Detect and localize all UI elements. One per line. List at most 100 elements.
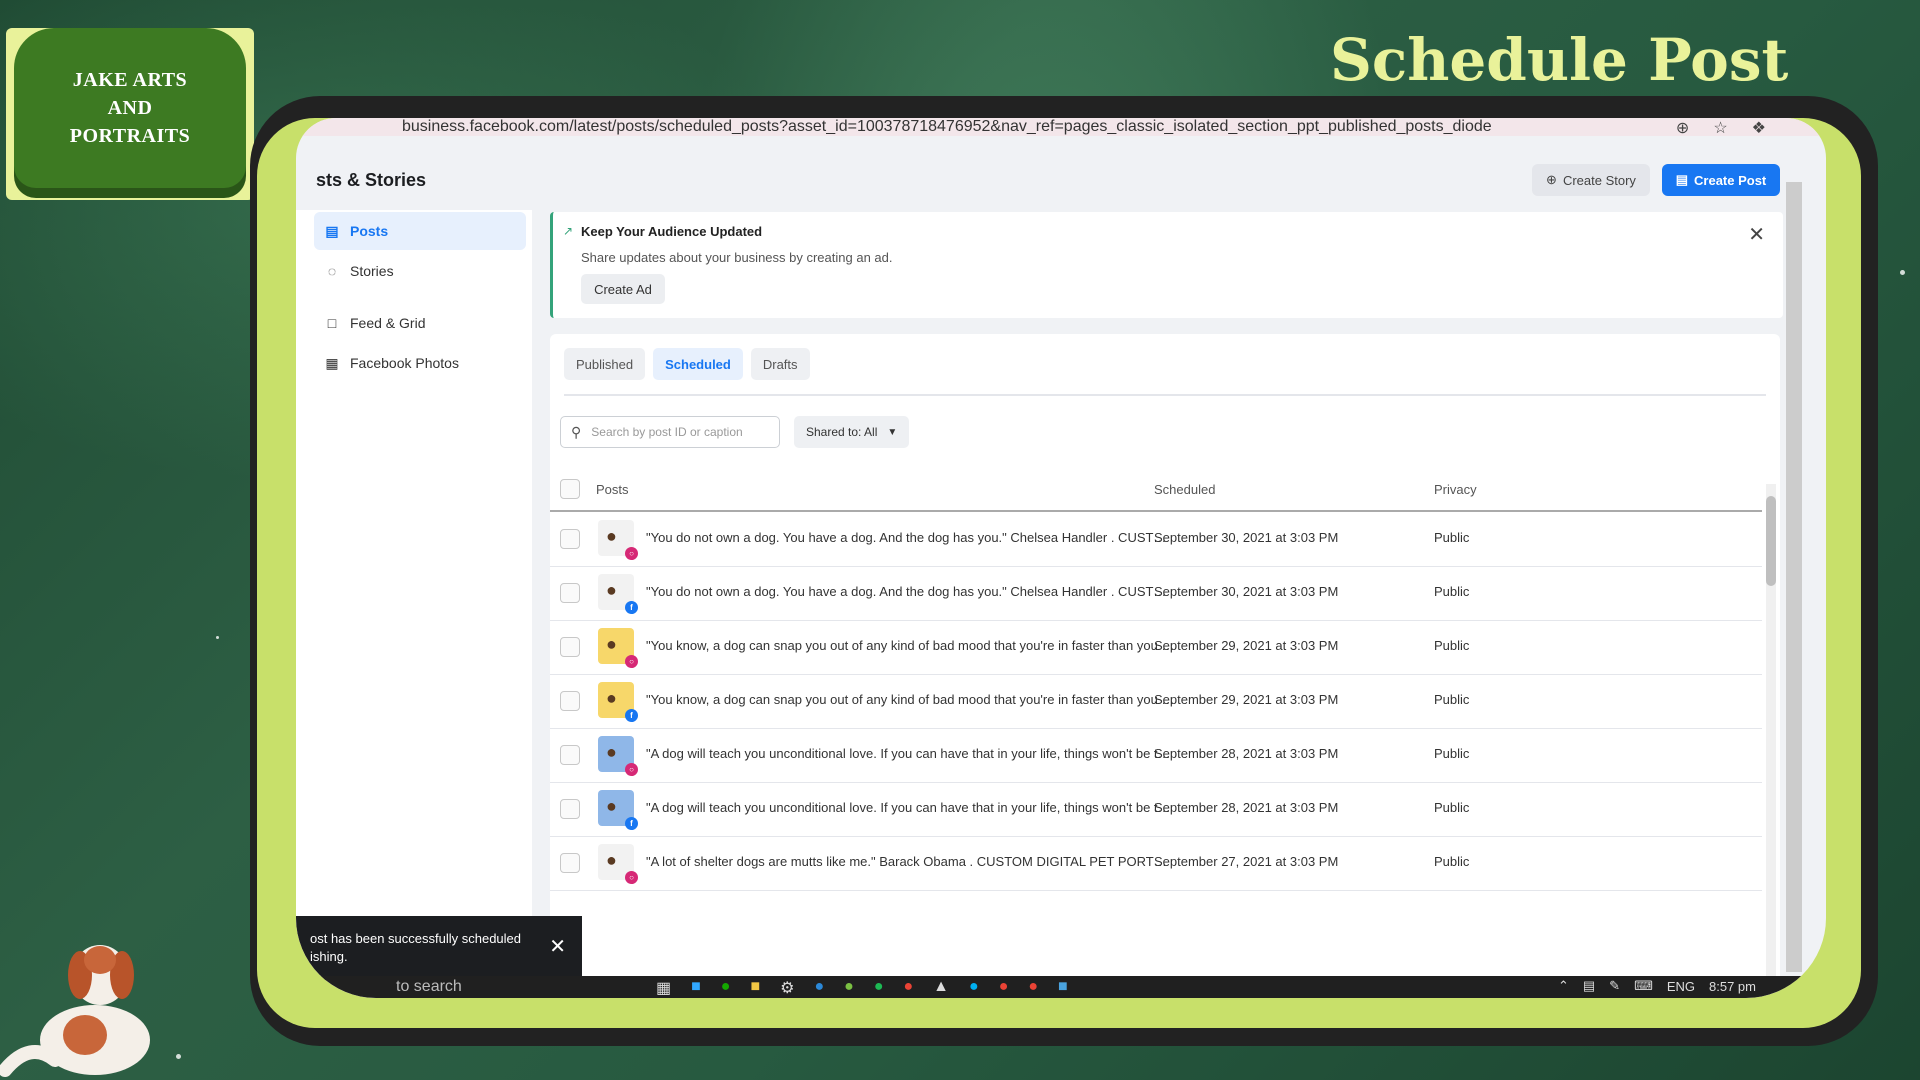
scheduled-time: September 30, 2021 at 3:03 PM — [1154, 530, 1339, 545]
close-icon[interactable]: ✕ — [1748, 222, 1765, 247]
pen-icon[interactable]: ✎ — [1609, 978, 1620, 994]
create-post-button[interactable]: ▤ Create Post — [1662, 164, 1780, 196]
network-icon[interactable]: ▤ — [1583, 978, 1595, 994]
close-icon[interactable]: ✕ — [549, 934, 566, 959]
table-row[interactable]: ● ○ "You know, a dog can snap you out of a… — [550, 620, 1762, 675]
column-header-privacy[interactable]: Privacy — [1434, 482, 1477, 497]
language-indicator[interactable]: ENG — [1667, 979, 1695, 994]
post-thumbnail[interactable]: ● f — [598, 790, 638, 830]
post-thumbnail[interactable]: ● f — [598, 682, 638, 722]
row-checkbox[interactable] — [560, 745, 580, 765]
post-thumbnail[interactable]: ● ○ — [598, 628, 638, 668]
chrome-icon[interactable]: ● — [904, 978, 914, 998]
taskbar-search[interactable]: to search — [396, 978, 462, 996]
zoom-icon[interactable]: ⊕ — [1676, 118, 1689, 138]
privacy-value: Public — [1434, 692, 1470, 707]
edge-icon[interactable]: ● — [814, 978, 824, 998]
table-row[interactable]: ● f "A dog will teach you unconditional lo… — [550, 782, 1762, 837]
scrollbar-thumb[interactable] — [1766, 496, 1776, 586]
instagram-icon: ○ — [625, 763, 638, 776]
sidebar-item-label: Facebook Photos — [350, 355, 459, 371]
post-caption[interactable]: "A lot of shelter dogs are mutts like me… — [646, 854, 1176, 869]
skype-icon[interactable]: ● — [969, 978, 979, 998]
post-thumbnail[interactable]: ● ○ — [598, 736, 638, 776]
photos-app-icon[interactable]: ■ — [1058, 978, 1068, 998]
post-thumbnail[interactable]: ● ○ — [598, 844, 638, 884]
table-row[interactable]: ● ○ "A lot of shelter dogs are mutts like … — [550, 836, 1762, 891]
tab-scheduled[interactable]: Scheduled — [653, 348, 743, 380]
slide-title: Schedule Post — [1330, 26, 1789, 94]
row-checkbox[interactable] — [560, 583, 580, 603]
post-caption[interactable]: "You do not own a dog. You have a dog. A… — [646, 530, 1176, 545]
upwork-icon[interactable]: ● — [721, 978, 731, 998]
trend-icon: ↗ — [563, 224, 574, 238]
keyboard-icon[interactable]: ⌨ — [1634, 978, 1653, 994]
banner-title: Keep Your Audience Updated — [581, 224, 763, 239]
tab-bar: Published Scheduled Drafts — [564, 348, 810, 380]
privacy-value: Public — [1434, 584, 1470, 599]
chrome-icon[interactable]: ● — [999, 978, 1009, 998]
tab-drafts[interactable]: Drafts — [750, 348, 810, 380]
scheduled-time: September 29, 2021 at 3:03 PM — [1154, 692, 1339, 707]
caret-down-icon: ▼ — [887, 426, 898, 438]
app-icon[interactable]: ● — [844, 978, 854, 998]
sidebar-item-posts[interactable]: ▤ Posts — [314, 212, 526, 250]
post-thumbnail[interactable]: ● f — [598, 574, 638, 614]
search-box[interactable]: ⚲ — [560, 416, 780, 448]
column-header-scheduled[interactable]: Scheduled — [1154, 482, 1215, 497]
search-input[interactable] — [589, 424, 764, 440]
scheduled-time: September 30, 2021 at 3:03 PM — [1154, 584, 1339, 599]
spotify-icon[interactable]: ● — [874, 978, 884, 998]
dog-thumbnail-icon: ● — [606, 688, 617, 708]
dog-illustration — [0, 945, 150, 1077]
app-icon[interactable]: ▲ — [933, 978, 949, 998]
instagram-icon: ○ — [625, 655, 638, 668]
row-checkbox[interactable] — [560, 529, 580, 549]
address-bar[interactable]: business.facebook.com/latest/posts/sched… — [296, 118, 1826, 138]
shared-to-dropdown[interactable]: Shared to: All ▼ — [794, 416, 910, 448]
sidebar-item-stories[interactable]: ◌ Stories — [314, 252, 526, 290]
row-checkbox[interactable] — [560, 637, 580, 657]
create-ad-button[interactable]: Create Ad — [581, 274, 665, 304]
posts-icon: ▤ — [325, 223, 339, 239]
select-all-checkbox[interactable] — [560, 479, 580, 499]
post-caption[interactable]: "A dog will teach you unconditional love… — [646, 746, 1176, 761]
privacy-value: Public — [1434, 746, 1470, 761]
row-checkbox[interactable] — [560, 799, 580, 819]
tab-published[interactable]: Published — [564, 348, 646, 380]
logo: JAKE ARTS AND PORTRAITS — [14, 28, 246, 188]
column-header-posts[interactable]: Posts — [596, 482, 629, 497]
banner-text: Share updates about your business by cre… — [581, 250, 893, 265]
chrome-icon[interactable]: ● — [1028, 978, 1038, 998]
task-view-icon[interactable]: ▦ — [656, 978, 671, 998]
post-caption[interactable]: "A dog will teach you unconditional love… — [646, 800, 1176, 815]
row-checkbox[interactable] — [560, 691, 580, 711]
post-caption[interactable]: "You know, a dog can snap you out of any… — [646, 638, 1176, 653]
star-icon[interactable]: ☆ — [1713, 118, 1727, 138]
folder-icon[interactable]: ■ — [750, 978, 760, 998]
dog-thumbnail-icon: ● — [606, 526, 617, 546]
scrollbar[interactable] — [1766, 484, 1776, 998]
sidebar-item-feed-grid[interactable]: □ Feed & Grid — [314, 304, 526, 342]
table-row[interactable]: ● ○ "You do not own a dog. You have a dog.… — [550, 512, 1762, 567]
row-checkbox[interactable] — [560, 853, 580, 873]
sidebar-item-facebook-photos[interactable]: ▦ Facebook Photos — [314, 344, 526, 382]
url-text[interactable]: business.facebook.com/latest/posts/sched… — [402, 118, 1492, 136]
photoshop-icon[interactable]: ■ — [691, 978, 701, 998]
post-caption[interactable]: "You do not own a dog. You have a dog. A… — [646, 584, 1176, 599]
toast-notification: ost has been successfully scheduled ishi… — [296, 916, 582, 980]
table-row[interactable]: ● f "You know, a dog can snap you out of a… — [550, 674, 1762, 729]
extension-icon[interactable]: ❖ — [1752, 118, 1766, 138]
dog-thumbnail-icon: ● — [606, 742, 617, 762]
chevron-up-icon[interactable]: ⌃ — [1558, 978, 1569, 994]
star-decoration — [216, 636, 219, 639]
create-story-button[interactable]: ⊕ Create Story — [1532, 164, 1650, 196]
scheduled-time: September 28, 2021 at 3:03 PM — [1154, 800, 1339, 815]
table-row[interactable]: ● f "You do not own a dog. You have a dog.… — [550, 566, 1762, 621]
table-row[interactable]: ● ○ "A dog will teach you unconditional lo… — [550, 728, 1762, 783]
clock[interactable]: 8:57 pm — [1709, 979, 1756, 994]
gear-icon[interactable]: ⚙ — [780, 978, 794, 998]
page-scrollbar[interactable] — [1786, 182, 1802, 972]
post-caption[interactable]: "You know, a dog can snap you out of any… — [646, 692, 1176, 707]
post-thumbnail[interactable]: ● ○ — [598, 520, 638, 560]
